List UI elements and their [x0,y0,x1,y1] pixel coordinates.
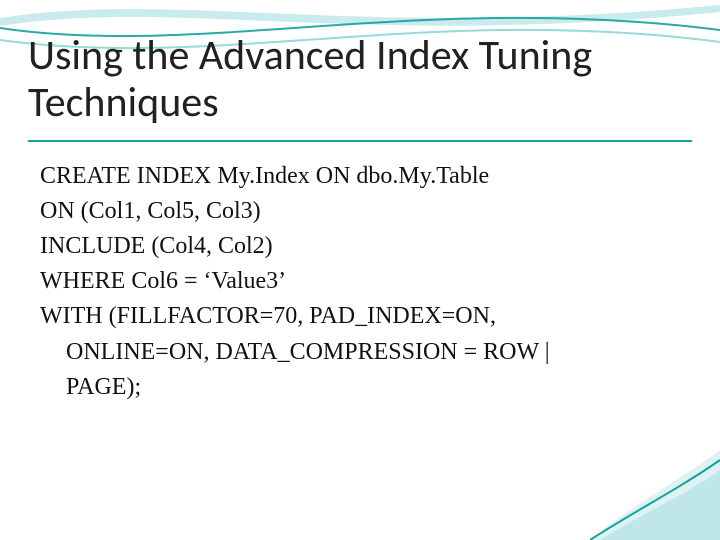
decorative-corner [590,440,720,540]
title-underline [28,140,692,142]
code-line-4: WHERE Col6 = ‘Value3’ [40,265,680,298]
code-line-3: INCLUDE (Col4, Col2) [40,230,680,263]
code-line-2: ON (Col1, Col5, Col3) [40,195,680,228]
slide-title: Using the Advanced Index Tuning Techniqu… [28,32,692,126]
code-line-7: PAGE); [40,371,680,404]
slide-body: CREATE INDEX My.Index ON dbo.My.Table ON… [40,160,680,406]
slide: Using the Advanced Index Tuning Techniqu… [0,0,720,540]
code-line-5: WITH (FILLFACTOR=70, PAD_INDEX=ON, [40,300,680,333]
code-line-6: ONLINE=ON, DATA_COMPRESSION = ROW | [40,336,680,369]
code-line-1: CREATE INDEX My.Index ON dbo.My.Table [40,160,680,193]
